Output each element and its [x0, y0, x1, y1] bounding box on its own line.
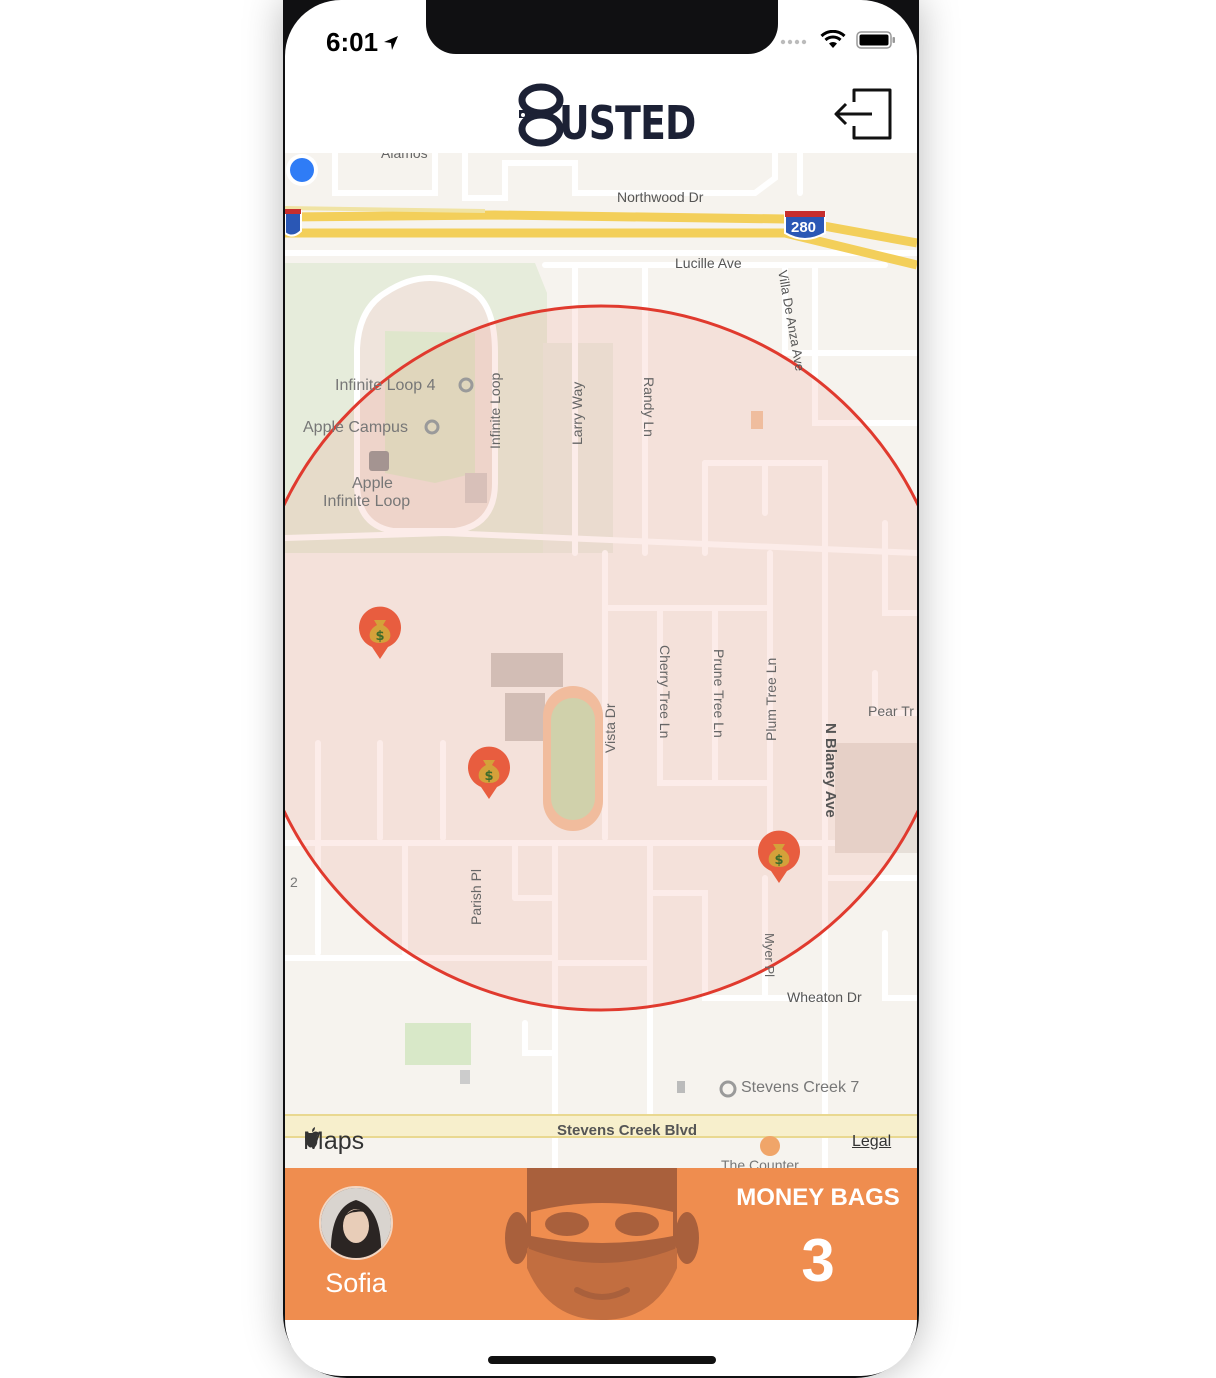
- player-info-bar: Sofia MONEY BAGS 3: [285, 1168, 917, 1320]
- status-time: 6:01: [326, 27, 400, 58]
- money-bag-pin[interactable]: $: [357, 605, 403, 661]
- logo-text: USTED: [559, 96, 696, 150]
- battery-icon: [856, 31, 895, 49]
- wifi-icon: [820, 30, 846, 48]
- map-label-parish: Parish Pl: [468, 868, 484, 925]
- map-label-apple-infinite-loop-2: Infinite Loop: [323, 493, 411, 510]
- svg-text:$: $: [375, 629, 384, 644]
- map-label-plum: Plum Tree Ln: [763, 657, 779, 741]
- money-bag-icon: $: [758, 830, 800, 883]
- map-label-cherry: Cherry Tree Ln: [657, 645, 673, 739]
- map-label-280: 280: [791, 219, 817, 236]
- svg-text:$: $: [484, 769, 493, 784]
- map-label-number-2: 2: [290, 874, 298, 890]
- logout-button[interactable]: [832, 86, 896, 144]
- map-label-lucille: Lucille Ave: [675, 255, 742, 271]
- money-bag-icon: $: [468, 746, 510, 799]
- map-label-myer: Myer Pl: [762, 933, 777, 978]
- apple-logo-icon: [305, 1127, 319, 1148]
- map-label-alamos: Alamos: [381, 153, 428, 161]
- location-arrow-icon: [384, 35, 399, 50]
- status-time-text: 6:01: [326, 27, 379, 57]
- map-label-larry: Larry Way: [569, 381, 585, 445]
- logout-icon: [834, 88, 892, 140]
- map-label-vista: Vista Dr: [602, 703, 618, 753]
- app-header: USTED: [285, 62, 917, 154]
- map-label-stevens-creek-blvd: Stevens Creek Blvd: [557, 1122, 698, 1139]
- device-notch: [426, 0, 778, 54]
- money-bag-icon: $: [359, 606, 401, 659]
- signal-icon: [780, 39, 807, 45]
- map-view[interactable]: Alamos Northwood Dr 280 Lucille Ave Vill…: [285, 153, 917, 1168]
- money-bag-pin[interactable]: $: [756, 829, 802, 885]
- map-label-pear: Pear Tr: [868, 703, 914, 719]
- avatar-image: [321, 1188, 391, 1258]
- avatar[interactable]: [319, 1186, 393, 1260]
- player-username: Sofia: [325, 1268, 387, 1298]
- phone-frame: 6:01 USTED Alamos Northwood Dr 280 Lucil…: [283, 0, 919, 1378]
- map-label-wheaton: Wheaton Dr: [787, 989, 862, 1005]
- map-label-blaney: N Blaney Ave: [822, 723, 839, 818]
- map-label-randy: Randy Ln: [641, 377, 657, 437]
- map-label-counter: The Counter: [721, 1157, 799, 1168]
- interstate-shield-left: [285, 209, 302, 237]
- map-label-infinite-loop-street: Infinite Loop: [487, 372, 503, 449]
- map-label-apple-infinite-loop-1: Apple: [352, 475, 393, 492]
- svg-text:$: $: [774, 853, 783, 868]
- current-location-dot[interactable]: [285, 153, 319, 187]
- map-label-infinite-loop-4: Infinite Loop 4: [335, 377, 436, 394]
- money-bags-label: MONEY BAGS: [736, 1184, 900, 1211]
- app-screen: 6:01 USTED Alamos Northwood Dr 280 Lucil…: [285, 0, 917, 1376]
- map-label-stevens-creek-7: Stevens Creek 7: [741, 1079, 860, 1096]
- money-bags-count: 3: [801, 1227, 835, 1294]
- robber-mascot-icon: [505, 1168, 699, 1320]
- apple-maps-attribution: Maps: [303, 1127, 364, 1156]
- map-label-apple-campus: Apple Campus: [303, 419, 408, 436]
- busted-logo: USTED: [515, 82, 696, 152]
- home-indicator[interactable]: [488, 1356, 716, 1364]
- money-bag-pin[interactable]: $: [466, 745, 512, 801]
- legal-link[interactable]: Legal: [852, 1133, 891, 1151]
- status-icons: [780, 30, 896, 50]
- map-label-northwood: Northwood Dr: [617, 189, 704, 205]
- map-label-prune: Prune Tree Ln: [711, 649, 727, 738]
